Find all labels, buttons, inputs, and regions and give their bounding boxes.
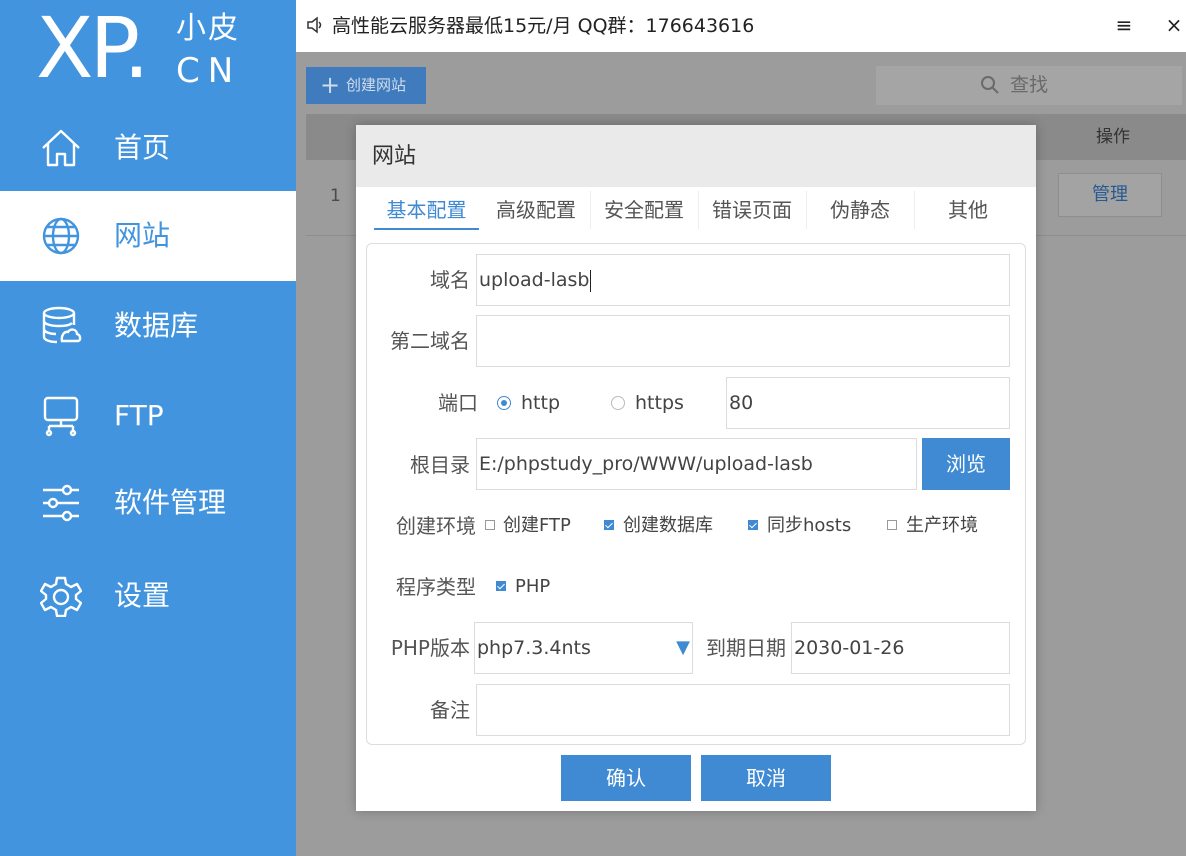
home-icon	[42, 129, 80, 167]
nav-item-database[interactable]: 数据库	[0, 281, 296, 371]
tab-other[interactable]: 其他	[914, 187, 1022, 233]
create-ftp-checkbox[interactable]	[485, 520, 495, 530]
production-env-checkbox[interactable]	[887, 520, 897, 530]
globe-icon	[42, 217, 80, 255]
note-label: 备注	[430, 698, 470, 722]
browse-button[interactable]: 浏览	[922, 438, 1010, 490]
manage-button[interactable]: 管理	[1058, 173, 1162, 217]
dialog-tabs: 基本配置 高级配置 安全配置 错误页面 伪静态 其他	[366, 187, 1026, 233]
dropdown-arrow-icon: ▼	[676, 637, 690, 658]
sync-hosts-label: 同步hosts	[767, 515, 852, 536]
sidebar: XP. 小皮 CN 首页 网站 数据库 FTP 软件管理 设置	[0, 0, 296, 856]
https-radio[interactable]	[611, 396, 625, 410]
search-placeholder: 查找	[1010, 74, 1049, 96]
port-label: 端口	[438, 391, 478, 415]
tab-basic-config[interactable]: 基本配置	[374, 187, 479, 230]
nav-item-ftp[interactable]: FTP	[0, 371, 296, 461]
menu-icon[interactable]: ≡	[1112, 12, 1136, 38]
text-cursor	[590, 269, 592, 292]
sliders-icon	[43, 484, 79, 522]
note-input[interactable]	[476, 684, 1010, 736]
http-radio[interactable]	[497, 396, 511, 410]
second-domain-label: 第二域名	[390, 329, 470, 353]
production-env-label: 生产环境	[906, 515, 978, 536]
nav-item-software[interactable]: 软件管理	[0, 458, 296, 548]
root-dir-input[interactable]: E:/phpstudy_pro/WWW/upload-lasb	[476, 438, 917, 490]
nav-label-software: 软件管理	[114, 486, 227, 519]
nav-label-ftp: FTP	[114, 399, 164, 432]
php-label: PHP	[515, 576, 551, 597]
php-version-label: PHP版本	[390, 636, 470, 660]
nav-item-home[interactable]: 首页	[0, 103, 296, 193]
php-version-select[interactable]: php7.3.4nts ▼	[474, 622, 693, 674]
domain-label: 域名	[430, 268, 470, 292]
logo-sub-text: 小皮	[176, 11, 240, 46]
expiry-date-input[interactable]: 2030-01-26	[791, 622, 1010, 674]
logo: XP. 小皮 CN	[0, 0, 296, 100]
expiry-date-label: 到期日期	[706, 636, 786, 660]
speaker-icon	[307, 16, 322, 34]
cancel-button[interactable]: 取消	[701, 755, 831, 801]
create-env-label: 创建环境	[396, 514, 476, 538]
domain-value: upload-lasb	[479, 269, 590, 291]
create-database-checkbox[interactable]	[604, 520, 614, 530]
php-checkbox[interactable]	[496, 581, 506, 591]
database-icon	[42, 306, 82, 344]
tab-advanced-config[interactable]: 高级配置	[482, 187, 591, 233]
nav-label-website: 网站	[114, 219, 171, 252]
create-website-label: 创建网站	[346, 76, 407, 94]
website-dialog: 网站 基本配置 高级配置 安全配置 错误页面 伪静态 其他 域名 upload-…	[356, 125, 1036, 811]
program-type-label: 程序类型	[396, 575, 476, 599]
plus-icon: +	[320, 71, 341, 99]
port-input[interactable]: 80	[726, 377, 1010, 429]
tab-security-config[interactable]: 安全配置	[590, 187, 699, 233]
tab-label: 基本配置	[386, 198, 467, 222]
tab-error-pages[interactable]: 错误页面	[698, 187, 807, 233]
ftp-icon	[43, 396, 79, 437]
confirm-button[interactable]: 确认	[561, 755, 691, 801]
nav-label-database: 数据库	[114, 309, 199, 342]
search-icon	[981, 76, 999, 94]
search-box[interactable]: 查找	[876, 66, 1182, 105]
gear-icon	[40, 576, 82, 617]
second-domain-input[interactable]	[476, 315, 1010, 367]
dialog-header: 网站	[356, 125, 1036, 187]
tab-rewrite[interactable]: 伪静态	[806, 187, 915, 233]
nav-label-settings: 设置	[114, 579, 171, 612]
create-ftp-label: 创建FTP	[503, 515, 571, 536]
create-website-button[interactable]: + 创建网站	[306, 67, 426, 104]
nav-label-home: 首页	[114, 131, 171, 164]
announcement-text[interactable]: 高性能云服务器最低15元/月 QQ群：176643616	[332, 14, 754, 38]
dialog-title: 网站	[372, 144, 417, 169]
sync-hosts-checkbox[interactable]	[748, 520, 758, 530]
logo-main-text: XP.	[36, 0, 150, 97]
tab-label: 高级配置	[496, 198, 576, 222]
logo-cn-text: CN	[176, 51, 242, 91]
nav-item-settings[interactable]: 设置	[0, 551, 296, 641]
column-header-action: 操作	[1096, 127, 1130, 147]
close-icon[interactable]: ×	[1162, 12, 1186, 38]
tab-label: 安全配置	[604, 198, 684, 222]
tab-label: 伪静态	[830, 198, 890, 222]
row-index: 1	[330, 186, 341, 206]
root-dir-label: 根目录	[410, 453, 470, 477]
tab-label: 错误页面	[712, 198, 792, 222]
tab-label: 其他	[948, 198, 988, 222]
domain-input[interactable]: upload-lasb	[476, 254, 1010, 306]
create-database-label: 创建数据库	[623, 515, 713, 536]
https-radio-label: https	[635, 392, 684, 414]
php-version-value: php7.3.4nts	[477, 637, 591, 659]
http-radio-label: http	[521, 392, 561, 414]
nav-item-website[interactable]: 网站	[0, 191, 296, 281]
top-bar: 高性能云服务器最低15元/月 QQ群：176643616 ≡ ×	[296, 0, 1186, 52]
